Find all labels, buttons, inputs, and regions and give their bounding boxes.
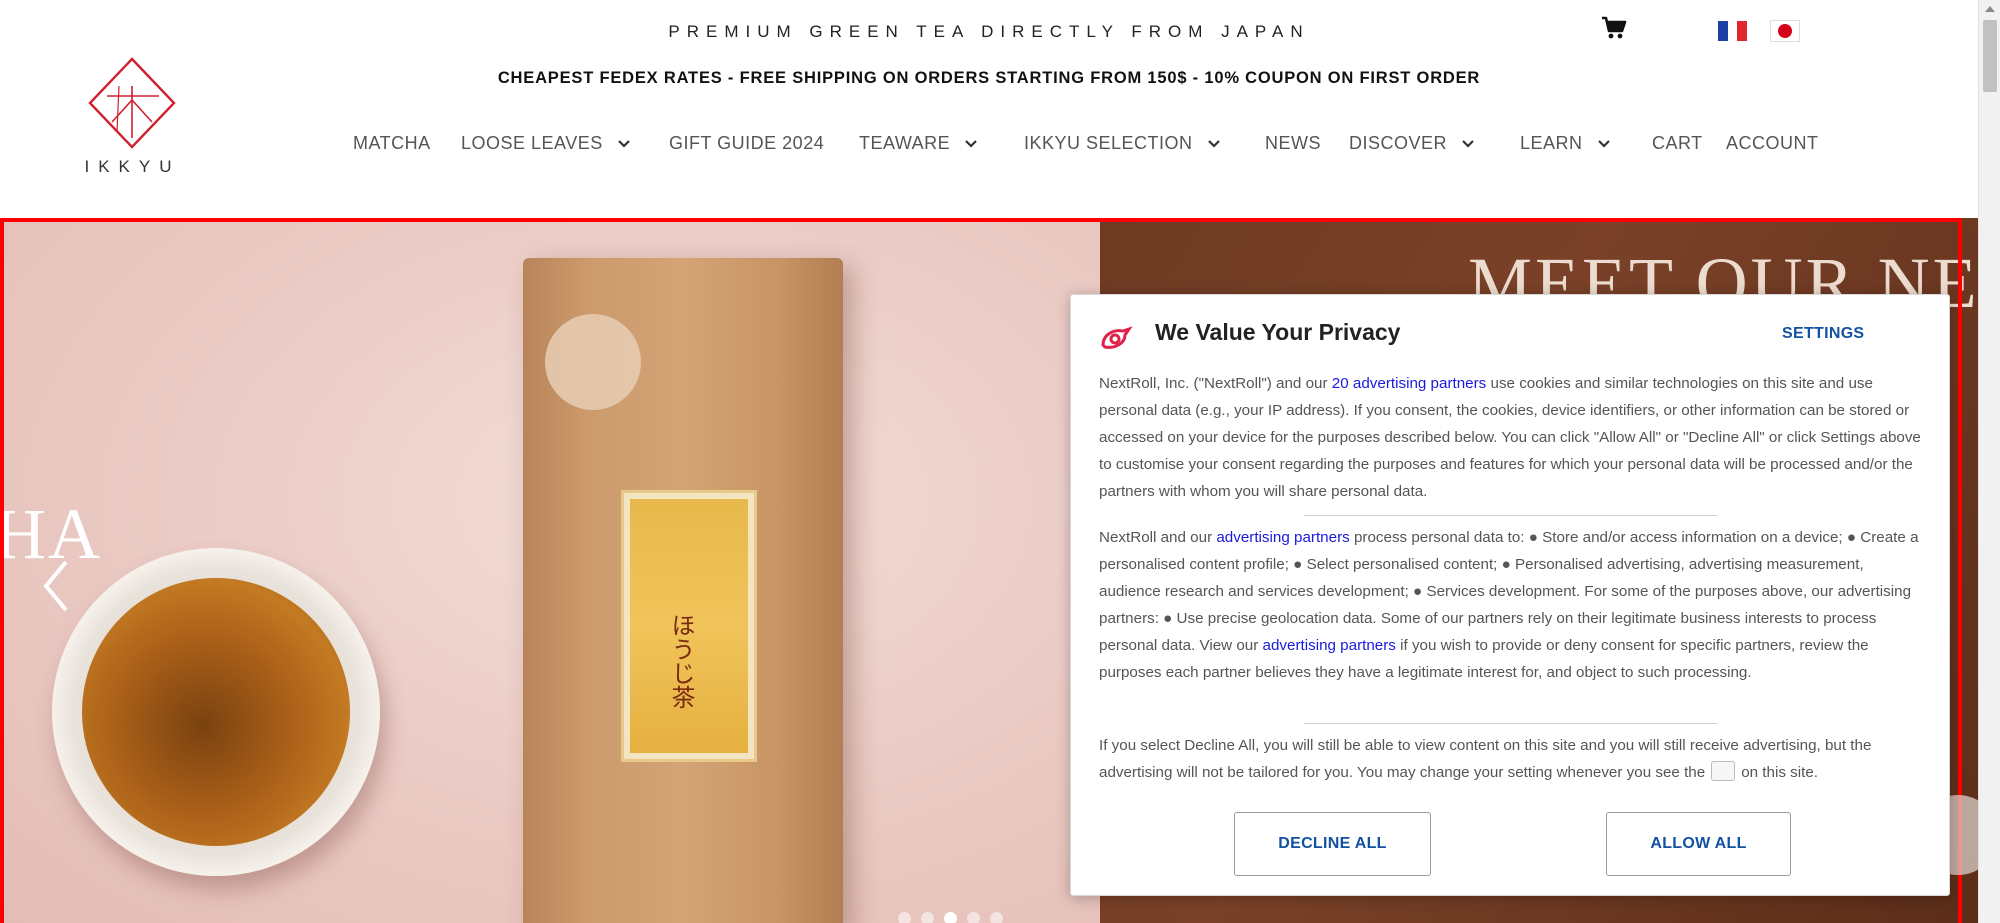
shipping-banner: CHEAPEST FEDEX RATES - FREE SHIPPING ON …: [497, 69, 1481, 87]
language-jp-flag-icon[interactable]: [1770, 20, 1800, 42]
nav-learn[interactable]: LEARN: [1520, 133, 1613, 154]
divider: [1304, 723, 1717, 724]
nav-label: LEARN: [1520, 133, 1583, 153]
nav-label: MATCHA: [353, 133, 431, 153]
privacy-text: use cookies and similar technologies on …: [1099, 375, 1921, 500]
privacy-consent-dialog: We Value Your Privacy SETTINGS NextRoll,…: [1070, 294, 1950, 896]
main-nav: MATCHA LOOSE LEAVES GIFT GUIDE 2024 TEAW…: [0, 133, 1978, 157]
privacy-title: We Value Your Privacy: [1155, 319, 1401, 345]
tea-bowl-image: [52, 548, 380, 876]
advertising-partners-link[interactable]: advertising partners: [1216, 529, 1349, 546]
carousel-prev-arrow-icon[interactable]: [38, 556, 74, 616]
jas-seal-icon: [545, 314, 641, 410]
chevron-down-icon: [1597, 139, 1610, 148]
scroll-up-arrow-icon[interactable]: [1985, 6, 1995, 12]
decline-all-button[interactable]: DECLINE ALL: [1234, 812, 1431, 876]
carousel-dot-active[interactable]: [944, 912, 957, 923]
divider: [1304, 515, 1717, 516]
nav-label: IKKYU SELECTION: [1024, 133, 1193, 153]
nav-loose-leaves[interactable]: LOOSE LEAVES: [461, 133, 633, 154]
page-scrollbar[interactable]: [1978, 0, 2000, 923]
carousel-dots: [898, 912, 1003, 923]
nav-label: CART: [1652, 133, 1703, 153]
nav-ikkyu-selection[interactable]: IKKYU SELECTION: [1024, 133, 1223, 154]
chevron-down-icon: [1207, 139, 1220, 148]
nextroll-settings-icon[interactable]: [1711, 760, 1736, 781]
bag-label: ほうじ茶: [621, 490, 757, 762]
chevron-down-icon: [617, 139, 630, 148]
advertising-partners-link[interactable]: advertising partners: [1263, 637, 1396, 654]
chevron-down-icon: [1462, 139, 1474, 148]
settings-link[interactable]: SETTINGS: [1782, 325, 1864, 343]
carousel-dot[interactable]: [898, 912, 911, 923]
chevron-down-icon: [965, 139, 977, 148]
carousel-dot[interactable]: [967, 912, 980, 923]
nav-label: TEAWARE: [859, 133, 951, 153]
tea-bag-image: ほうじ茶: [523, 258, 843, 923]
carousel-dot[interactable]: [921, 912, 934, 923]
allow-all-button[interactable]: ALLOW ALL: [1606, 812, 1791, 876]
privacy-text: NextRoll and our: [1099, 529, 1217, 546]
carousel-dot[interactable]: [990, 912, 1003, 923]
nav-cart[interactable]: CART: [1652, 133, 1703, 154]
logo-text: IKKYU: [84, 157, 181, 176]
header-tagline: PREMIUM GREEN TEA DIRECTLY FROM JAPAN: [668, 22, 1310, 41]
nav-label: LOOSE LEAVES: [461, 133, 603, 153]
privacy-paragraph-1: NextRoll, Inc. ("NextRoll") and our 20 a…: [1099, 370, 1929, 505]
shopping-cart-icon[interactable]: [1601, 16, 1627, 40]
privacy-text: on this site.: [1741, 764, 1819, 781]
hero-left-image: ほうじ茶 HA: [0, 218, 1100, 923]
nav-matcha[interactable]: MATCHA: [353, 133, 431, 154]
site-header: PREMIUM GREEN TEA DIRECTLY FROM JAPAN CH…: [0, 0, 1978, 218]
nav-gift-guide[interactable]: GIFT GUIDE 2024: [669, 133, 824, 154]
scroll-thumb[interactable]: [1983, 20, 1997, 92]
privacy-paragraph-2: NextRoll and our advertising partners pr…: [1099, 524, 1929, 686]
nav-label: NEWS: [1265, 133, 1321, 153]
language-fr-flag-icon[interactable]: [1718, 21, 1748, 41]
privacy-paragraph-3: If you select Decline All, you will stil…: [1099, 732, 1929, 786]
privacy-text: NextRoll, Inc. ("NextRoll") and our: [1099, 375, 1332, 392]
nav-label: GIFT GUIDE 2024: [669, 133, 825, 153]
ikkyu-logo[interactable]: IKKYU: [70, 56, 195, 176]
nav-news[interactable]: NEWS: [1265, 133, 1321, 154]
advertising-partners-link[interactable]: 20 advertising partners: [1332, 375, 1487, 392]
nav-label: DISCOVER: [1349, 133, 1448, 153]
privacy-text: process personal data to: ● Store and/or…: [1099, 529, 1919, 654]
nav-teaware[interactable]: TEAWARE: [859, 133, 980, 154]
nav-discover[interactable]: DISCOVER: [1349, 133, 1477, 154]
nav-account[interactable]: ACCOUNT: [1726, 133, 1819, 154]
bag-label-text: ほうじ茶: [667, 613, 695, 709]
nextroll-logo-icon: [1101, 326, 1133, 349]
nav-label: ACCOUNT: [1726, 133, 1819, 153]
